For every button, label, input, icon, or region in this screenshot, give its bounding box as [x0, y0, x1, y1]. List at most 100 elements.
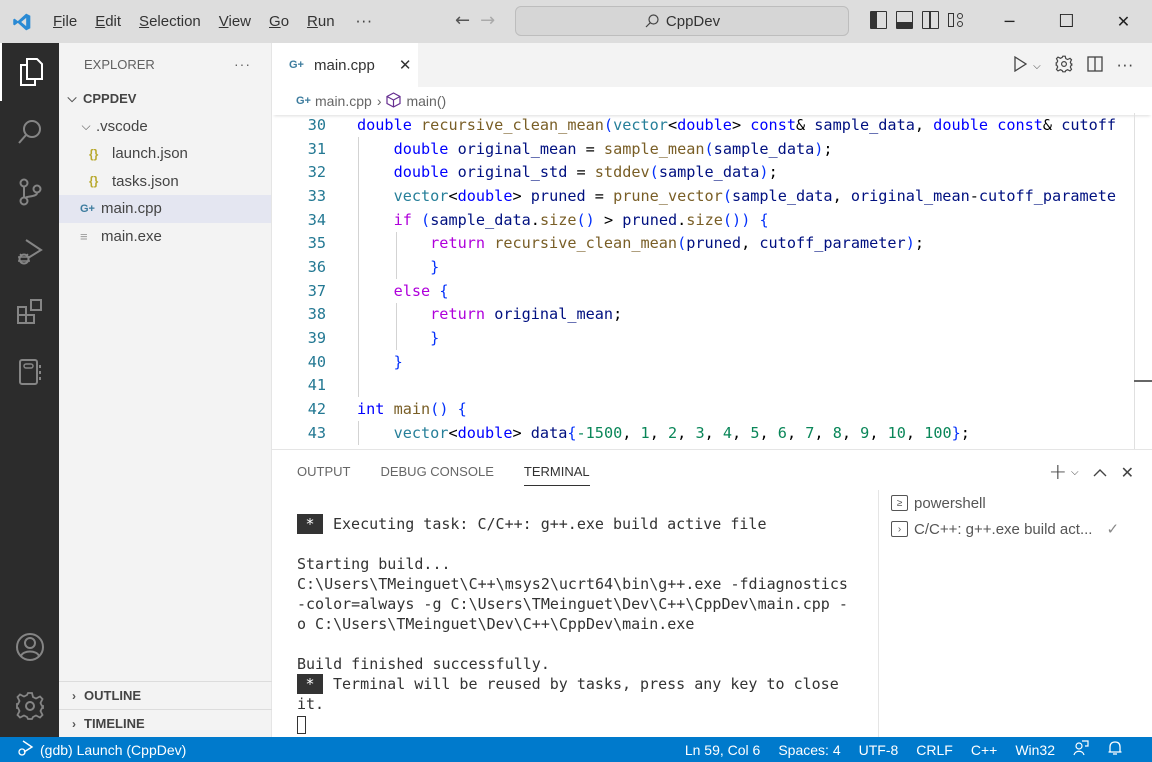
line-number: 42	[307, 400, 326, 419]
code-text: }	[393, 352, 403, 371]
code-text: return recursive_clean_mean(pruned, cuto…	[430, 234, 925, 253]
code-line[interactable]: 39 }	[272, 326, 1152, 350]
menu-selection-label: election	[149, 13, 201, 30]
cpp-file-icon: G+	[296, 95, 311, 107]
run-file-icon[interactable]	[1013, 55, 1028, 76]
code-line[interactable]: 35 return recursive_clean_mean(pruned, c…	[272, 231, 1152, 255]
menu-edit[interactable]: Edit	[86, 13, 130, 30]
code-line[interactable]: 38 return original_mean;	[272, 303, 1152, 327]
back-arrow-icon[interactable]: ←	[455, 10, 470, 31]
tab-output[interactable]: OUTPUT	[297, 464, 350, 479]
customize-layout-icon[interactable]	[948, 11, 965, 29]
tab-terminal[interactable]: TERMINAL	[523, 464, 590, 486]
terminal-line-text: Executing task: C/C++: g++.exe build act…	[333, 515, 767, 533]
terminal-item-powershell[interactable]: ≥ powershell	[879, 490, 1152, 516]
toggle-secondary-sidebar-icon[interactable]	[922, 11, 939, 29]
run-debug-icon[interactable]	[0, 223, 59, 281]
debug-launch-icon	[16, 740, 34, 759]
debug-launch-status[interactable]: (gdb) Launch (CppDev)	[0, 740, 186, 759]
menu-selection[interactable]: Selection	[130, 13, 210, 30]
notifications-bell-icon[interactable]	[1098, 740, 1132, 759]
explorer-more-button[interactable]: ···	[234, 56, 251, 72]
close-panel-icon[interactable]: ✕	[1121, 463, 1134, 482]
explorer-icon[interactable]	[0, 43, 59, 101]
toggle-primary-sidebar-icon[interactable]	[870, 11, 887, 29]
indentation[interactable]: Spaces: 4	[769, 742, 849, 758]
command-center-search[interactable]: CppDev	[515, 6, 849, 36]
feedback-icon[interactable]	[1064, 740, 1098, 759]
encoding[interactable]: UTF-8	[850, 742, 908, 758]
terminal-list: ≥ powershell › C/C++: g++.exe build act.…	[878, 490, 1152, 738]
menu-go[interactable]: Go	[260, 13, 298, 30]
code-editor[interactable]: 30 double recursive_clean_mean(vector<dou…	[272, 113, 1152, 449]
minimize-button[interactable]: ─	[981, 0, 1038, 43]
maximize-panel-icon[interactable]	[1093, 463, 1107, 482]
more-actions-icon[interactable]: ···	[1117, 57, 1134, 75]
source-control-icon[interactable]	[0, 163, 59, 221]
timeline-section[interactable]: › TIMELINE	[59, 709, 272, 737]
code-line[interactable]: 32 double original_std = stddev(sample_d…	[272, 160, 1152, 184]
toggle-panel-icon[interactable]	[896, 11, 913, 29]
terminal-dropdown-icon[interactable]: ⌵	[1071, 467, 1079, 478]
maximize-button[interactable]: ☐	[1038, 0, 1095, 43]
extensions-icon[interactable]	[0, 283, 59, 341]
forward-arrow-icon[interactable]: →	[480, 10, 495, 31]
chevron-down-icon: ⌵	[67, 91, 77, 106]
code-text: vector<double> pruned = prune_vector(sam…	[393, 186, 1117, 205]
code-line[interactable]: 31 double original_mean = sample_mean(sa…	[272, 137, 1152, 161]
run-dropdown-icon[interactable]: ⌵	[1033, 61, 1041, 72]
task-marker: *	[297, 674, 323, 694]
terminal-output[interactable]: * Executing task: C/C++: g++.exe build ac…	[297, 514, 867, 734]
terminal-item-build-task[interactable]: › C/C++: g++.exe build act... ✓	[879, 516, 1152, 542]
menu-run[interactable]: Run	[298, 13, 344, 30]
tab-main-cpp[interactable]: G+ main.cpp ✕	[272, 43, 418, 87]
platform-config[interactable]: Win32	[1006, 742, 1064, 758]
vertical-scrollbar[interactable]	[1134, 113, 1135, 449]
code-line[interactable]: 37 else {	[272, 279, 1152, 303]
code-line[interactable]: 43 vector<double> data{-1500, 1, 2, 3, 4…	[272, 421, 1152, 445]
language-mode[interactable]: C++	[962, 742, 1006, 758]
cursor-position[interactable]: Ln 59, Col 6	[676, 742, 770, 758]
terminal-line: it.	[297, 694, 867, 714]
code-line[interactable]: 41	[272, 374, 1152, 398]
code-line[interactable]: 34 if (sample_data.size() > pruned.size(…	[272, 208, 1152, 232]
settings-icon[interactable]	[0, 677, 59, 735]
menu-view[interactable]: View	[210, 13, 260, 30]
notebook-icon[interactable]	[0, 343, 59, 401]
new-terminal-icon[interactable]: +	[1049, 460, 1067, 485]
debug-settings-icon[interactable]	[1055, 55, 1073, 77]
line-number: 40	[307, 352, 326, 371]
code-line[interactable]: 33 vector<double> pruned = prune_vector(…	[272, 184, 1152, 208]
window-controls: ─ ☐ ✕	[981, 0, 1152, 43]
tree-file-main-cpp[interactable]: G+ main.cpp	[59, 195, 271, 223]
tab-debug-console[interactable]: DEBUG CONSOLE	[380, 464, 493, 479]
tree-file-main-exe[interactable]: ≡ main.exe	[59, 223, 271, 251]
code-line[interactable]: 36 }	[272, 255, 1152, 279]
close-window-button[interactable]: ✕	[1095, 0, 1152, 43]
code-line[interactable]: 40 }	[272, 350, 1152, 374]
terminal-line-text: Build finished successfully.	[297, 655, 550, 673]
close-tab-icon[interactable]: ✕	[399, 56, 412, 74]
tree-item-label: tasks.json	[112, 172, 179, 190]
terminal-line-text: C:\Users\TMeinguet\C++\msys2\ucrt64\bin\…	[297, 575, 848, 593]
code-line[interactable]: 42 int main() {	[272, 397, 1152, 421]
tree-folder-vscode[interactable]: ⌵ .vscode	[59, 113, 271, 141]
explorer-header: EXPLORER ···	[59, 43, 271, 85]
end-of-line[interactable]: CRLF	[907, 742, 962, 758]
outline-section[interactable]: › OUTLINE	[59, 681, 272, 709]
accounts-icon[interactable]	[0, 618, 59, 676]
menu-file[interactable]: File	[44, 13, 86, 30]
breadcrumb-symbol[interactable]: main()	[406, 93, 446, 109]
cpp-file-icon: G+	[80, 202, 95, 215]
workspace-folder-cppdev[interactable]: ⌵ CPPDEV	[59, 85, 271, 113]
title-bar: File Edit Selection View Go Run ··· ← → …	[0, 0, 1152, 43]
search-icon[interactable]	[0, 103, 59, 161]
explorer-sidebar: EXPLORER ··· ⌵ CPPDEV ⌵ .vscode {} launc…	[59, 43, 272, 737]
breadcrumb-file[interactable]: main.cpp	[315, 93, 372, 109]
tree-file-launch-json[interactable]: {} launch.json	[59, 140, 271, 168]
menu-more-button[interactable]: ···	[344, 13, 385, 31]
split-editor-icon[interactable]	[1087, 56, 1103, 76]
code-line[interactable]: 30 double recursive_clean_mean(vector<dou…	[272, 113, 1152, 137]
tree-file-tasks-json[interactable]: {} tasks.json	[59, 168, 271, 196]
